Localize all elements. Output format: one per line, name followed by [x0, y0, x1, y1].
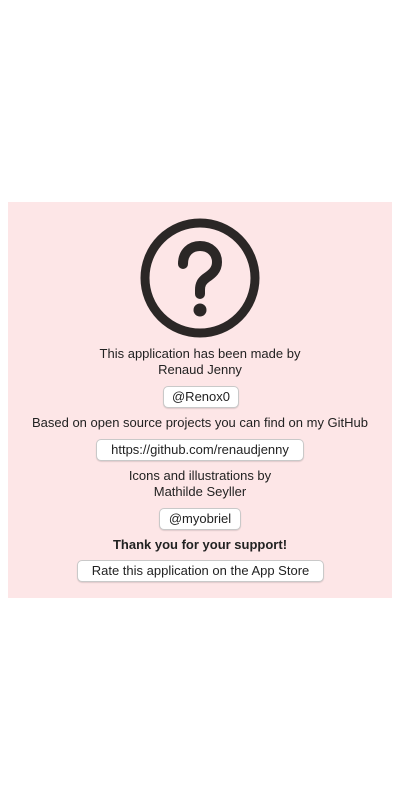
author-handle-button[interactable]: @Renox0 — [163, 386, 239, 408]
illustrator-handle-button[interactable]: @myobriel — [159, 508, 241, 530]
illustrator-name: Mathilde Seyller — [153, 484, 247, 499]
made-by-text: This application has been made by — [99, 346, 301, 361]
question-circle-icon — [140, 218, 260, 338]
icons-credit-text: Icons and illustrations by — [128, 468, 272, 483]
author-name: Renaud Jenny — [158, 362, 242, 377]
github-intro-text: Based on open source projects you can fi… — [31, 415, 369, 430]
thanks-text: Thank you for your support! — [112, 537, 288, 552]
about-panel: This application has been made by Renaud… — [8, 202, 392, 598]
rate-app-button[interactable]: Rate this application on the App Store — [77, 560, 324, 582]
github-link-button[interactable]: https://github.com/renaudjenny — [96, 439, 304, 461]
